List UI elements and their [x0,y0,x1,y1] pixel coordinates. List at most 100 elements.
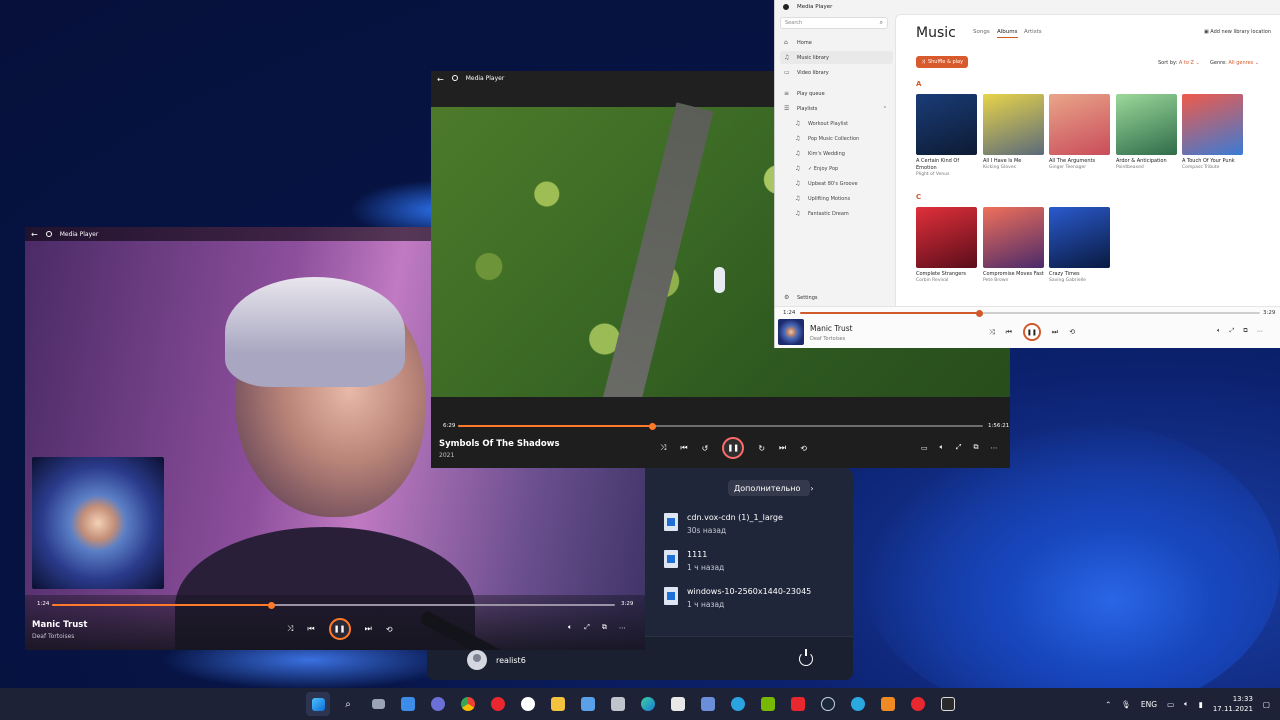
recent-item[interactable]: 1111 1 ч назад [664,550,724,572]
seek-thumb[interactable] [975,309,983,317]
skip-forward-icon[interactable]: ↻ [758,444,765,453]
recent-item[interactable]: windows-10-2560x1440-23045 1 ч назад [664,587,811,609]
pause-button[interactable]: ❚❚ [722,437,745,459]
skip-back-icon[interactable]: ↺ [702,444,709,453]
seek-bar[interactable] [458,422,983,430]
calculator-icon[interactable] [696,692,720,716]
more-options-icon[interactable]: ⋯ [1257,328,1263,335]
language-indicator[interactable]: ENG [1141,700,1157,709]
volume-icon[interactable]: 🔈︎ [940,443,944,452]
volume-icon[interactable]: 🔈︎ [1184,699,1189,709]
repeat-icon[interactable]: ⟲ [1069,328,1075,336]
album-tile[interactable]: Compromise Moves Fast Pete Brown [983,207,1044,283]
tab-albums[interactable]: Albums [997,29,1018,38]
yandex-icon[interactable] [516,692,540,716]
clock[interactable]: 13:33 17.11.2021 [1213,694,1253,714]
seek-bar[interactable] [800,309,1260,317]
previous-icon[interactable]: ⏮ [680,443,687,453]
ea-icon[interactable] [906,692,930,716]
back-arrow-icon[interactable]: ← [31,230,38,239]
media-player-taskbar-icon[interactable] [936,692,960,716]
file-explorer-icon[interactable] [546,692,570,716]
fullscreen-icon[interactable]: ⤢ [956,443,962,452]
mini-player-icon[interactable]: ⧉ [973,443,978,452]
playlist-item[interactable]: ♫ Kim's Wedding [780,147,893,160]
album-tile[interactable]: A Certain Kind Of Emotion Plight of Venu… [916,94,977,177]
nav-video-library[interactable]: ▭ Video library [780,66,893,79]
album-tile[interactable]: A Touch Of Your Punk Compass Tribute [1182,94,1243,170]
fullscreen-icon[interactable]: ⤢ [1230,327,1235,335]
start-icon[interactable] [306,692,330,716]
subtitles-icon[interactable]: ▭ [921,444,928,452]
volume-icon[interactable]: 🔈︎ [1217,327,1221,335]
telegram-icon[interactable] [726,692,750,716]
globe-icon[interactable] [846,692,870,716]
paint-icon[interactable] [576,692,600,716]
media-player-window-library[interactable]: Media Player Search ⌕ ⌂ Home ♫ Music libra… [774,0,1280,348]
nav-settings[interactable]: ⚙ Settings [780,291,893,304]
playlist-item[interactable]: ♫ Fantastic Dream [780,207,893,220]
sublime-icon[interactable] [876,692,900,716]
seek-bar[interactable] [52,601,615,609]
album-tile[interactable]: Complete Strangers Corbin Revival [916,207,977,283]
shuffle-icon[interactable]: ⤨ [989,328,995,337]
mini-player-icon[interactable]: ⧉ [602,623,607,632]
fullscreen-icon[interactable]: ⤢ [584,623,590,632]
next-icon[interactable]: ⏭ [365,624,372,634]
playlist-item[interactable]: ♫ Uplifting Motions [780,192,893,205]
playlist-item[interactable]: ♫ Pop Music Collection [780,132,893,145]
seek-thumb[interactable] [648,422,656,430]
chrome-icon[interactable] [456,692,480,716]
album-tile[interactable]: All I Have Is Me Kicking Gloves [983,94,1044,170]
repeat-icon[interactable]: ⟲ [800,444,807,453]
chat-icon[interactable] [426,692,450,716]
album-tile[interactable]: Crazy Times Saving Gabrielle [1049,207,1110,283]
playlist-item[interactable]: ♫ Upbeat 80's Groove [780,177,893,190]
shuffle-play-button[interactable]: ⤨ Shuffle & play [916,56,968,68]
notifications-icon[interactable]: ▢ [1263,700,1270,709]
playlist-item[interactable]: ♫ ✓ Enjoy Pop [780,162,893,175]
genre-dropdown[interactable]: Genre: All genres ⌄ [1210,60,1259,66]
user-account[interactable]: realist6 [467,650,526,670]
sort-dropdown[interactable]: Sort by: A to Z ⌄ [1158,60,1200,66]
shuffle-icon[interactable]: ⤨ [660,443,666,453]
back-arrow-icon[interactable]: ← [437,75,444,84]
next-icon[interactable]: ⏭ [1052,328,1058,337]
mini-player-icon[interactable]: ⧉ [1243,327,1247,335]
more-button[interactable]: Дополнительно › [728,480,814,496]
playlist-item[interactable]: ♫ Workout Playlist [780,117,893,130]
volume-icon[interactable]: 🔈︎ [568,623,572,632]
seek-thumb[interactable] [268,601,276,609]
previous-icon[interactable]: ⏮ [1006,328,1012,337]
tool-icon[interactable] [606,692,630,716]
nvidia-icon[interactable] [756,692,780,716]
battery-icon[interactable]: ▮ [1199,700,1203,709]
opera-icon[interactable] [486,692,510,716]
tab-songs[interactable]: Songs [973,29,990,35]
search-input[interactable]: Search ⌕ [780,17,888,29]
chevron-up-icon[interactable]: ⌃ [1105,700,1111,709]
recent-item[interactable]: cdn.vox-cdn (1)_1_large 30s назад [664,513,783,535]
repeat-icon[interactable]: ⟲ [386,625,393,634]
nav-music-library[interactable]: ♫ Music library [780,51,893,64]
next-icon[interactable]: ⏭ [779,443,786,453]
nav-home[interactable]: ⌂ Home [780,36,893,49]
network-icon[interactable]: ▭ [1167,700,1174,709]
pause-button[interactable]: ❚❚ [1022,323,1041,341]
tab-artists[interactable]: Artists [1024,29,1042,35]
album-tile[interactable]: All The Arguments Ginger Teenager [1049,94,1110,170]
add-library-location-button[interactable]: ▣ Add new library location [1204,29,1271,35]
edge-icon[interactable] [636,692,660,716]
store-icon[interactable] [666,692,690,716]
power-icon[interactable] [799,649,813,666]
more-options-icon[interactable]: ⋯ [990,444,997,452]
previous-icon[interactable]: ⏮ [307,624,314,634]
search-icon[interactable]: ⌕ [336,692,360,716]
widgets-icon[interactable] [396,692,420,716]
steam-icon[interactable] [816,692,840,716]
album-tile[interactable]: Ardor & Anticipation Pointbeaxed [1116,94,1177,170]
yandex-browser-icon[interactable] [786,692,810,716]
more-options-icon[interactable]: ⋯ [619,624,626,632]
task-view-icon[interactable] [366,692,390,716]
nav-play-queue[interactable]: ≡ Play queue [780,87,893,100]
